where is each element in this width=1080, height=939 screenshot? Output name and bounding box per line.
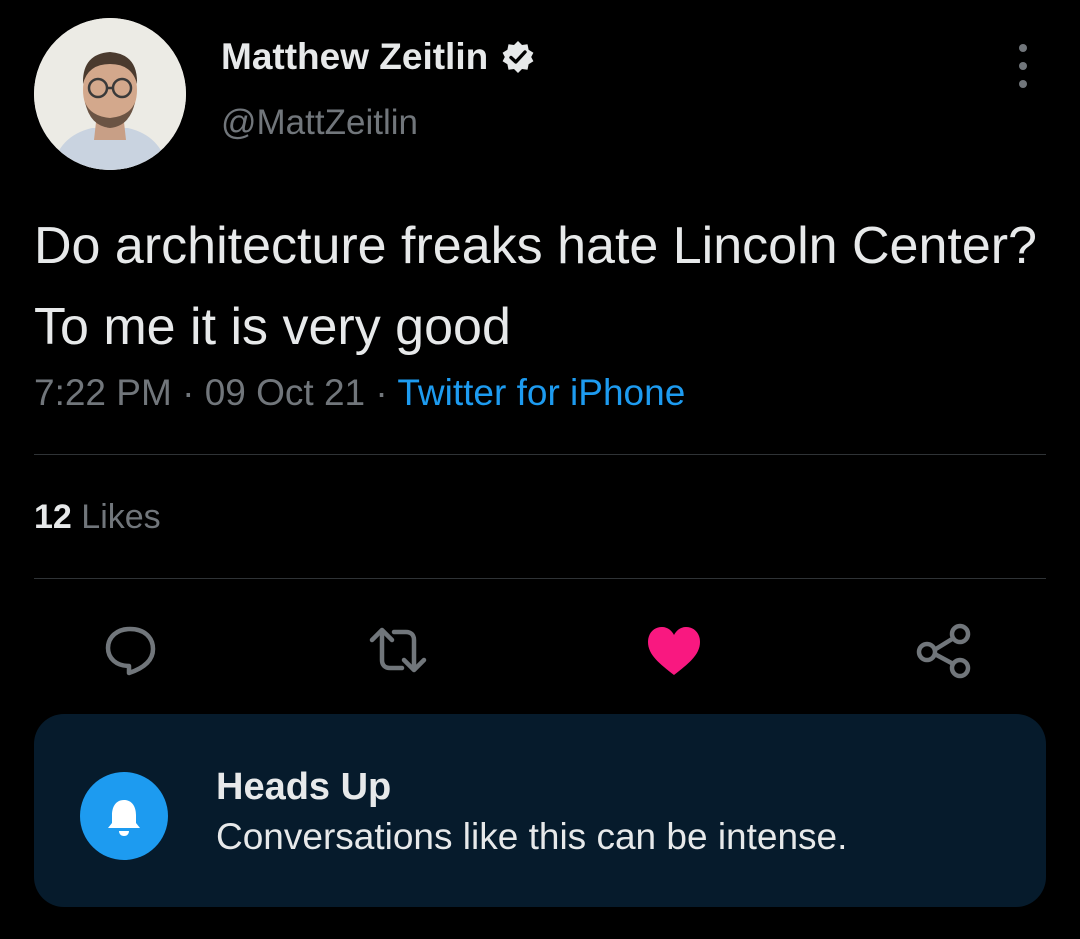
divider [34,578,1046,579]
likes-stat[interactable]: 12 Likes [34,498,161,537]
avatar[interactable] [34,18,186,170]
reply-icon [105,626,156,676]
like-button[interactable] [642,618,706,682]
bell-icon [80,772,168,860]
retweet-icon [369,627,427,673]
author-name-row[interactable]: Matthew Zeitlin [221,36,536,78]
author-name[interactable]: Matthew Zeitlin [221,36,488,78]
tweet-source-link[interactable]: Twitter for iPhone [397,372,685,413]
tweet-date: 09 Oct 21 [204,372,366,413]
retweet-button[interactable] [366,618,430,682]
heads-up-notice: Heads Up Conversations like this can be … [34,714,1046,907]
tweet-text: Do architecture freaks hate Lincoln Cent… [34,217,1037,356]
tweet-time: 7:22 PM [34,372,172,413]
reply-button[interactable] [98,618,162,682]
notice-body: Conversations like this can be intense. [216,816,848,857]
likes-label: Likes [81,498,161,536]
notice-title: Heads Up [216,766,392,808]
heart-icon [648,627,700,675]
likes-count: 12 [34,498,72,536]
meta-separator: · [182,372,195,413]
tweet-meta: 7:22 PM · 09 Oct 21 · Twitter for iPhone [34,372,685,414]
share-button[interactable] [912,618,976,682]
more-options-icon[interactable] [1006,44,1040,88]
author-handle[interactable]: @MattZeitlin [221,103,418,143]
meta-separator: · [375,372,388,413]
profile-photo [34,18,186,170]
share-icon [916,623,971,679]
verified-badge-icon [500,39,536,75]
divider [34,454,1046,455]
